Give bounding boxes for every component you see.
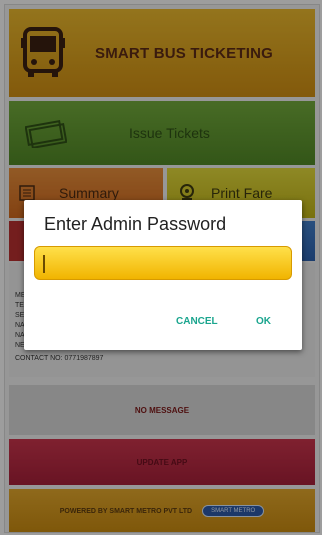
cancel-button[interactable]: CANCEL bbox=[176, 316, 218, 327]
admin-password-dialog: Enter Admin Password CANCEL OK bbox=[24, 200, 302, 350]
text-caret bbox=[43, 255, 45, 273]
password-input[interactable] bbox=[34, 246, 292, 280]
dialog-title: Enter Admin Password bbox=[44, 214, 227, 234]
ok-button[interactable]: OK bbox=[256, 316, 271, 327]
